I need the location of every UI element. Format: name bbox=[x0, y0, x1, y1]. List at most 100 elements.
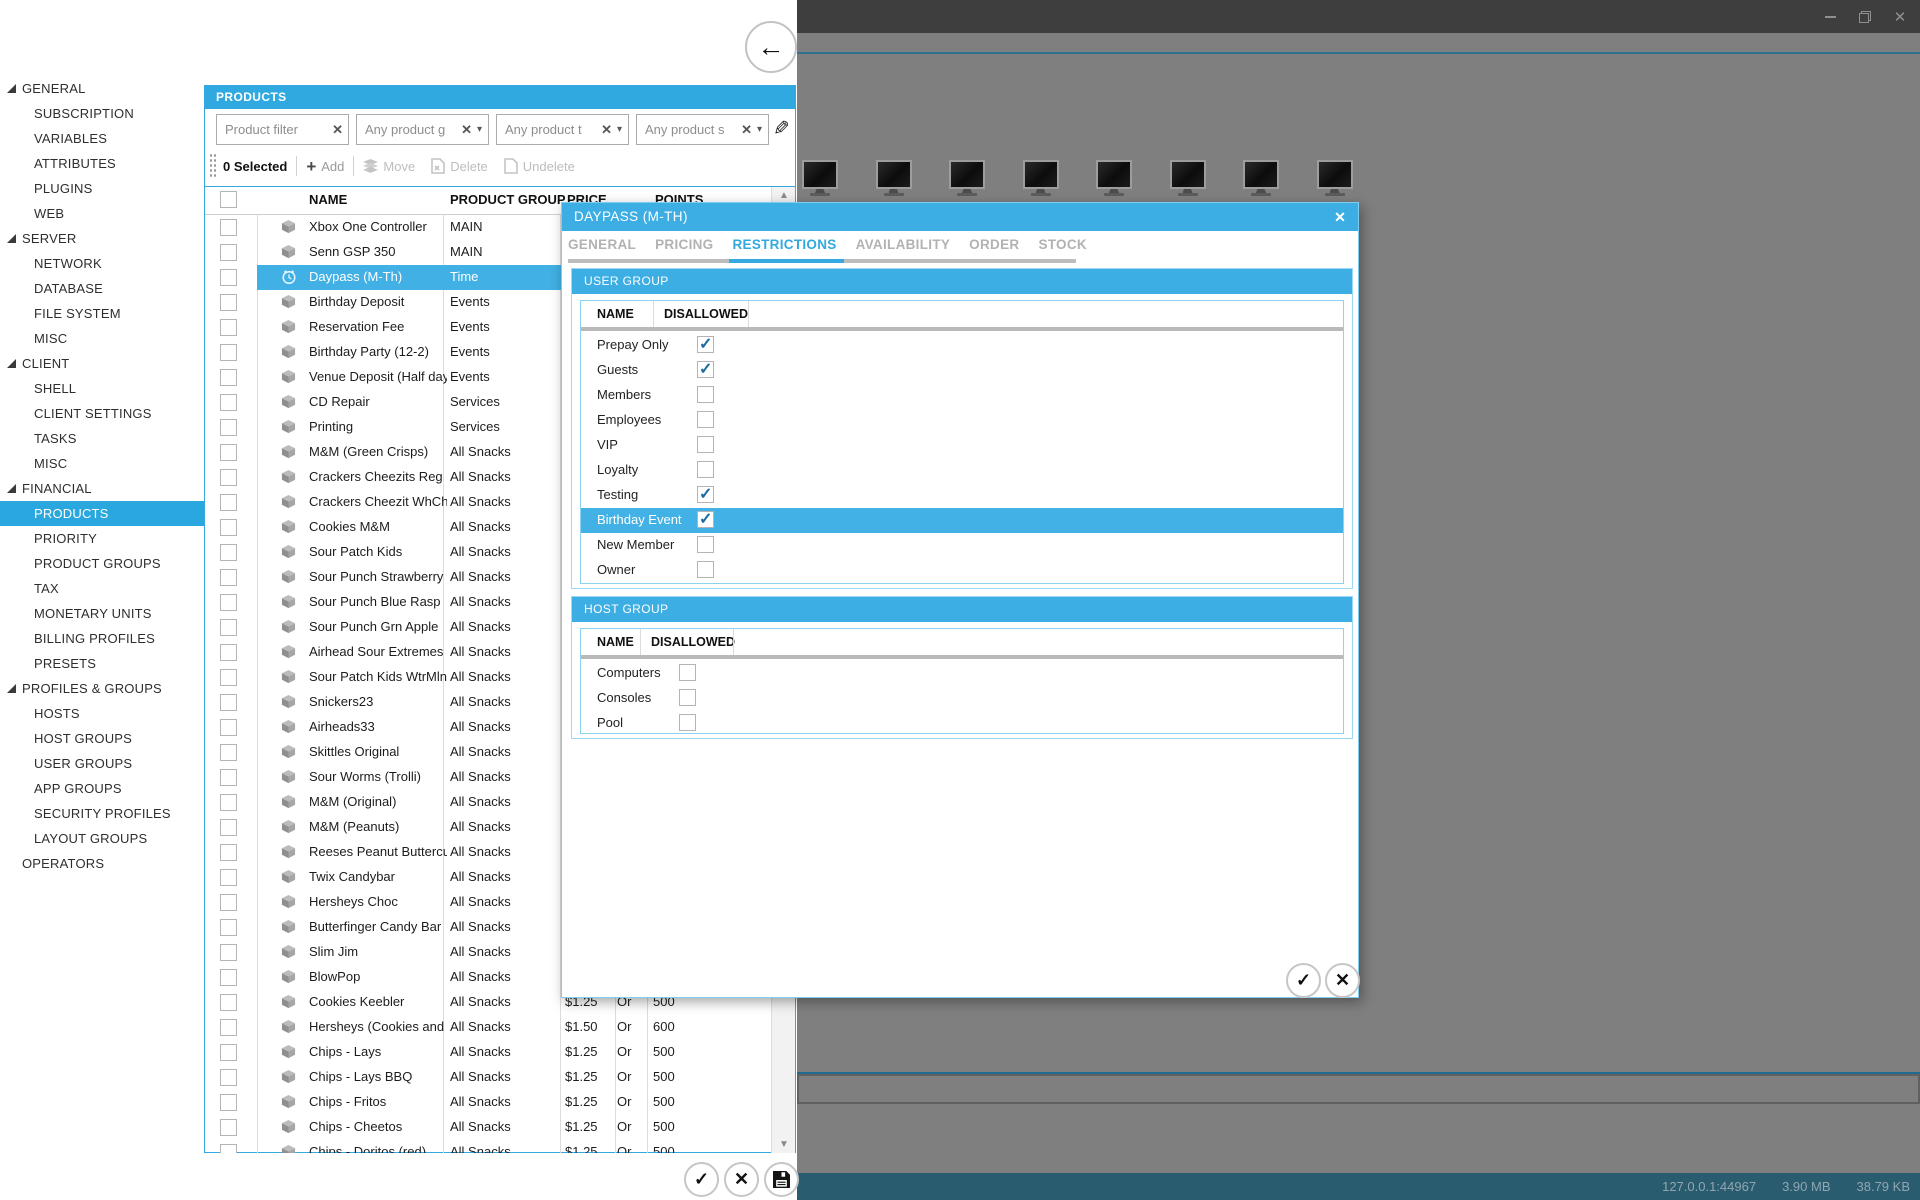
select-all-checkbox[interactable] bbox=[220, 191, 237, 208]
filter-any-product-g[interactable]: Any product g✕▾ bbox=[356, 114, 489, 145]
disallowed-checkbox[interactable] bbox=[697, 361, 714, 378]
scroll-up-icon[interactable]: ▲ bbox=[772, 190, 795, 201]
disallowed-checkbox[interactable] bbox=[679, 714, 696, 731]
disallowed-checkbox[interactable] bbox=[697, 536, 714, 553]
disallowed-checkbox[interactable] bbox=[697, 511, 714, 528]
host-computer-icon[interactable] bbox=[949, 160, 985, 198]
row-checkbox[interactable] bbox=[220, 1044, 237, 1061]
disallowed-checkbox[interactable] bbox=[697, 486, 714, 503]
expander-icon[interactable] bbox=[7, 484, 16, 493]
scroll-down-icon[interactable]: ▼ bbox=[772, 1139, 795, 1150]
tab-general[interactable]: GENERAL bbox=[568, 237, 636, 252]
sidebar-item-priority[interactable]: PRIORITY bbox=[0, 526, 97, 551]
sidebar-item-products[interactable]: PRODUCTS bbox=[0, 501, 233, 526]
drag-handle[interactable] bbox=[209, 153, 216, 179]
sidebar-item-profiles-groups[interactable]: PROFILES & GROUPS bbox=[0, 676, 162, 701]
host-group-row-computers[interactable]: Computers bbox=[581, 661, 1343, 686]
sidebar-item-misc[interactable]: MISC bbox=[0, 451, 67, 476]
row-checkbox[interactable] bbox=[220, 644, 237, 661]
tab-order[interactable]: ORDER bbox=[969, 237, 1019, 252]
tab-restrictions[interactable]: RESTRICTIONS bbox=[732, 237, 836, 252]
tab-availability[interactable]: AVAILABILITY bbox=[856, 237, 951, 252]
sidebar-item-general[interactable]: GENERAL bbox=[0, 76, 86, 101]
expander-icon[interactable] bbox=[7, 234, 16, 243]
user-group-row-vip[interactable]: VIP bbox=[581, 433, 1343, 458]
row-checkbox[interactable] bbox=[220, 894, 237, 911]
row-checkbox[interactable] bbox=[220, 344, 237, 361]
row-checkbox[interactable] bbox=[220, 469, 237, 486]
clear-filter-icon[interactable]: ✕ bbox=[736, 122, 757, 138]
row-checkbox[interactable] bbox=[220, 219, 237, 236]
user-group-row-guests[interactable]: Guests bbox=[581, 358, 1343, 383]
user-group-row-loyalty[interactable]: Loyalty bbox=[581, 458, 1343, 483]
disallowed-checkbox[interactable] bbox=[679, 689, 696, 706]
user-group-row-birthday-event[interactable]: Birthday Event bbox=[581, 508, 1343, 533]
user-group-row-new-member[interactable]: New Member bbox=[581, 533, 1343, 558]
disallowed-checkbox[interactable] bbox=[697, 436, 714, 453]
undelete-button[interactable]: Undelete bbox=[504, 158, 575, 174]
row-checkbox[interactable] bbox=[220, 944, 237, 961]
sidebar-item-host-groups[interactable]: HOST GROUPS bbox=[0, 726, 132, 751]
row-checkbox[interactable] bbox=[220, 919, 237, 936]
close-window-button[interactable]: ✕ bbox=[1885, 0, 1915, 33]
product-row-chips-lays[interactable]: Chips - LaysAll Snacks$1.25Or500 bbox=[205, 1040, 771, 1065]
row-checkbox[interactable] bbox=[220, 994, 237, 1011]
column-product-group[interactable]: PRODUCT GROUP bbox=[450, 192, 566, 207]
sidebar-item-web[interactable]: WEB bbox=[0, 201, 64, 226]
sidebar-item-file-system[interactable]: FILE SYSTEM bbox=[0, 301, 121, 326]
sidebar-item-presets[interactable]: PRESETS bbox=[0, 651, 96, 676]
host-computer-icon[interactable] bbox=[1317, 160, 1353, 198]
sidebar-item-subscription[interactable]: SUBSCRIPTION bbox=[0, 101, 134, 126]
sidebar-item-monetary-units[interactable]: MONETARY UNITS bbox=[0, 601, 152, 626]
user-group-column-name[interactable]: NAME bbox=[597, 307, 634, 321]
move-button[interactable]: Move bbox=[363, 159, 415, 174]
product-row-chips-cheetos[interactable]: Chips - CheetosAll Snacks$1.25Or500 bbox=[205, 1115, 771, 1140]
user-group-column-disallowed[interactable]: DISALLOWED bbox=[664, 307, 748, 321]
user-group-row-employees[interactable]: Employees bbox=[581, 408, 1343, 433]
dialog-cancel-button[interactable]: ✕ bbox=[1325, 963, 1360, 998]
sidebar-item-tasks[interactable]: TASKS bbox=[0, 426, 77, 451]
filter-any-product-t[interactable]: Any product t✕▾ bbox=[496, 114, 629, 145]
expander-icon[interactable] bbox=[7, 84, 16, 93]
product-row-chips-lays-bbq[interactable]: Chips - Lays BBQAll Snacks$1.25Or500 bbox=[205, 1065, 771, 1090]
row-checkbox[interactable] bbox=[220, 269, 237, 286]
row-checkbox[interactable] bbox=[220, 444, 237, 461]
row-checkbox[interactable] bbox=[220, 1094, 237, 1111]
disallowed-checkbox[interactable] bbox=[697, 561, 714, 578]
delete-button[interactable]: Delete bbox=[431, 158, 488, 174]
row-checkbox[interactable] bbox=[220, 619, 237, 636]
clear-filter-icon[interactable]: ✕ bbox=[327, 122, 348, 138]
host-group-row-consoles[interactable]: Consoles bbox=[581, 686, 1343, 711]
sidebar-item-hosts[interactable]: HOSTS bbox=[0, 701, 80, 726]
row-checkbox[interactable] bbox=[220, 794, 237, 811]
sidebar-item-operators[interactable]: OPERATORS bbox=[0, 851, 104, 876]
product-row-hersheys-cookies-and-creme[interactable]: Hersheys (Cookies and Creme)All Snacks$1… bbox=[205, 1015, 771, 1040]
row-checkbox[interactable] bbox=[220, 844, 237, 861]
host-computer-icon[interactable] bbox=[1023, 160, 1059, 198]
row-checkbox[interactable] bbox=[220, 969, 237, 986]
row-checkbox[interactable] bbox=[220, 244, 237, 261]
host-group-row-pool[interactable]: Pool bbox=[581, 711, 1343, 736]
row-checkbox[interactable] bbox=[220, 519, 237, 536]
panel-cancel-button[interactable]: ✕ bbox=[724, 1162, 759, 1197]
column-name[interactable]: NAME bbox=[309, 192, 347, 207]
panel-save-button[interactable] bbox=[764, 1162, 799, 1197]
host-computer-icon[interactable] bbox=[802, 160, 838, 198]
host-group-column-disallowed[interactable]: DISALLOWED bbox=[651, 635, 735, 649]
user-group-row-owner[interactable]: Owner bbox=[581, 558, 1343, 583]
sidebar-item-variables[interactable]: VARIABLES bbox=[0, 126, 107, 151]
sidebar-item-server[interactable]: SERVER bbox=[0, 226, 76, 251]
row-checkbox[interactable] bbox=[220, 819, 237, 836]
sidebar-item-tax[interactable]: TAX bbox=[0, 576, 59, 601]
disallowed-checkbox[interactable] bbox=[697, 386, 714, 403]
sidebar-item-client[interactable]: CLIENT bbox=[0, 351, 69, 376]
back-button[interactable]: ← bbox=[745, 21, 797, 73]
expander-icon[interactable] bbox=[7, 684, 16, 693]
disallowed-checkbox[interactable] bbox=[679, 664, 696, 681]
filter-any-product-s[interactable]: Any product s✕▾ bbox=[636, 114, 769, 145]
product-row-chips-fritos[interactable]: Chips - FritosAll Snacks$1.25Or500 bbox=[205, 1090, 771, 1115]
host-group-column-name[interactable]: NAME bbox=[597, 635, 634, 649]
disallowed-checkbox[interactable] bbox=[697, 336, 714, 353]
sidebar-item-user-groups[interactable]: USER GROUPS bbox=[0, 751, 132, 776]
dialog-close-button[interactable]: ✕ bbox=[1327, 203, 1353, 231]
